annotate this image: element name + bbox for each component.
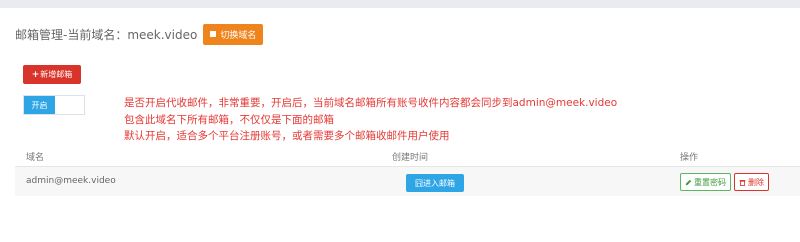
plus-icon: + (31, 69, 40, 80)
notice-line: 默认开启，适合多个平台注册账号，或者需要多个邮箱收邮件用户使用 (124, 130, 450, 142)
page-title: 邮箱管理-当前域名：meek.video (15, 27, 198, 42)
switch-domain-button[interactable]: 切换域名 (203, 23, 264, 45)
page-header: 邮箱管理-当前域名：meek.video 切换域名 (15, 22, 264, 46)
reset-password-label: 重置密码 (694, 177, 726, 187)
column-header-action: 操作 (680, 153, 699, 163)
column-header-domain: 域名 (26, 153, 45, 163)
add-mailbox-button[interactable]: + 新增邮箱 (23, 65, 81, 84)
notice-line: 包含此域名下所有邮箱，不仅仅是下面的邮箱 (124, 113, 334, 126)
notice-line: 是否开启代收邮件，非常重要，开启后，当前域名邮箱所有账号收件内容都会同步到adm… (124, 97, 618, 109)
toggle-on-label: 开启 (24, 96, 55, 114)
pencil-icon (685, 179, 692, 186)
square-icon (210, 31, 217, 37)
forwarding-toggle[interactable]: 开启 (23, 95, 85, 115)
enter-mailbox-button[interactable]: 囧进入邮箱 (406, 174, 464, 192)
delete-label: 删除 (748, 177, 764, 187)
switch-domain-label: 切换域名 (220, 30, 257, 41)
forwarding-notice: 是否开启代收邮件，非常重要，开启后，当前域名邮箱所有账号收件内容都会同步到adm… (124, 95, 617, 145)
top-bar (0, 0, 800, 8)
delete-button[interactable]: 删除 (734, 173, 769, 191)
trash-icon (739, 179, 746, 186)
column-header-created: 创建时间 (392, 153, 429, 163)
add-mailbox-label: 新增邮箱 (40, 70, 73, 79)
mailbox-address: admin@meek.video (26, 176, 116, 186)
reset-password-button[interactable]: 重置密码 (680, 173, 731, 191)
